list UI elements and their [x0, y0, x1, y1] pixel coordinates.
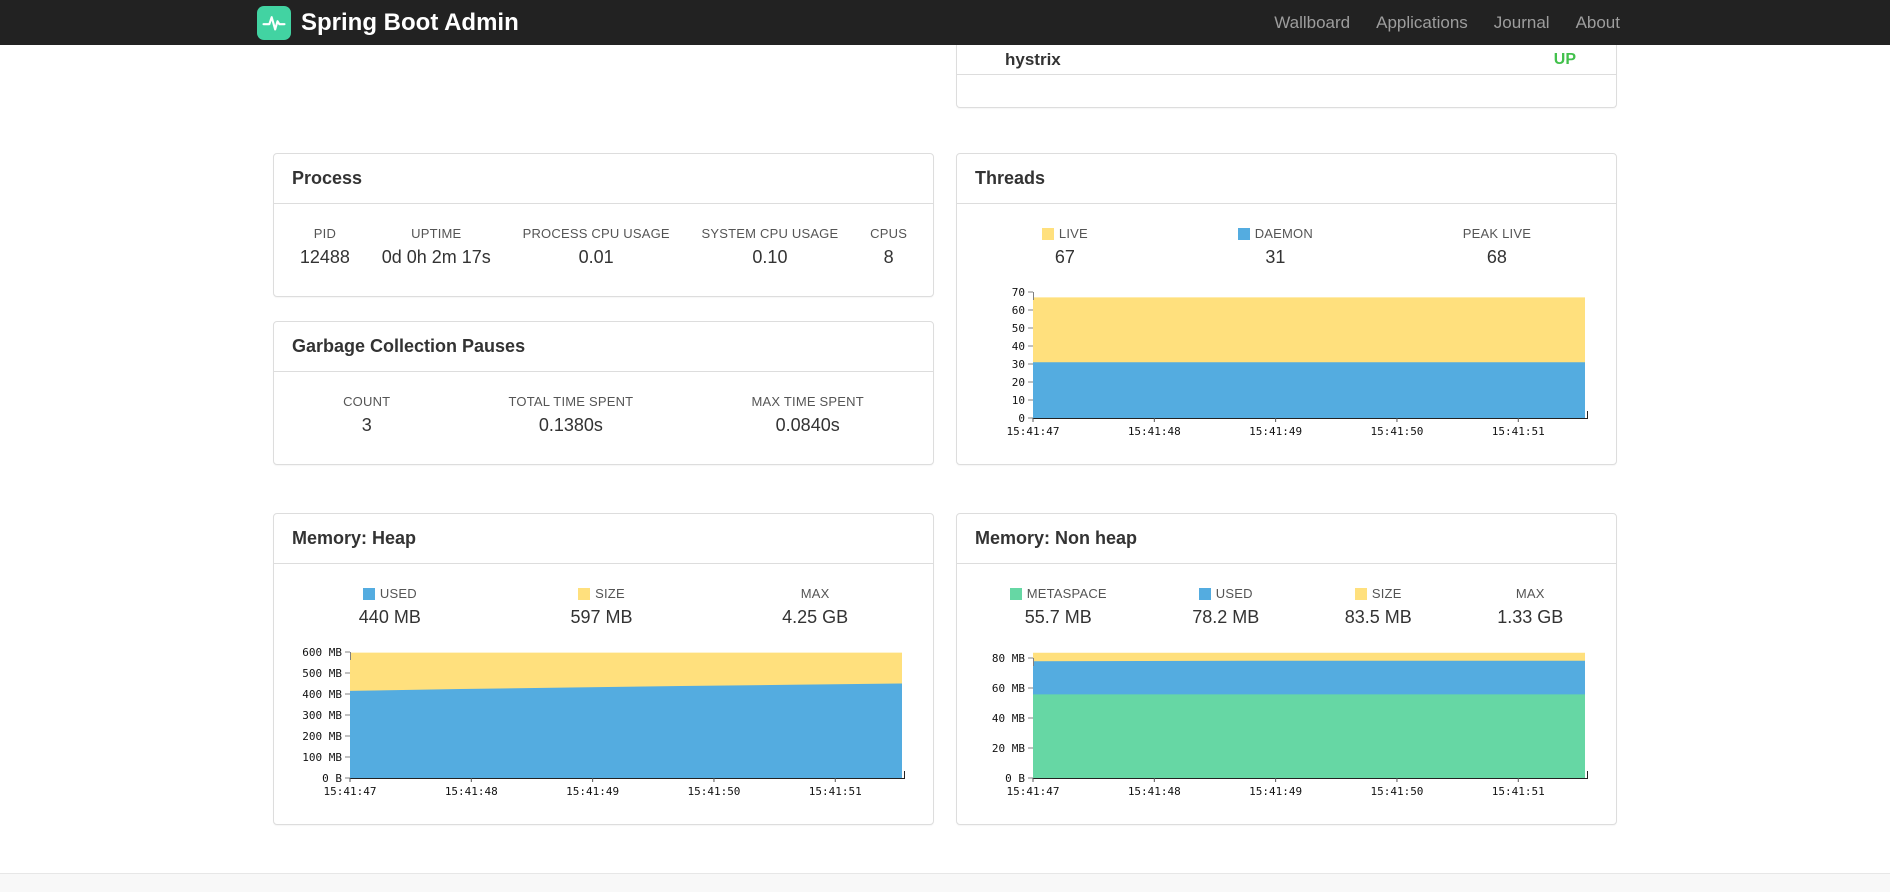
spring-boot-admin-logo-icon [257, 5, 291, 40]
legend-item-metaspace: METASPACE 55.7 MB [1009, 586, 1107, 628]
svg-text:15:41:49: 15:41:49 [1249, 785, 1302, 798]
nav-item-about[interactable]: About [1563, 0, 1633, 45]
memory-heap-chart-area: 600 MB 500 MB 400 MB 300 MB 200 MB 100 MB 0 B1… [274, 628, 933, 824]
size-series-swatch-icon [1354, 587, 1367, 600]
metric-process-cpu-usage: PROCESS CPU USAGE 0.01 [522, 226, 670, 267]
legend-item-used: USED 78.2 MB [1192, 586, 1260, 627]
svg-text:15:41:48: 15:41:48 [1127, 425, 1180, 438]
legend-item-max: MAX 1.33 GB [1497, 586, 1564, 627]
nav-item-journal[interactable]: Journal [1481, 0, 1563, 45]
svg-text:600 MB: 600 MB [302, 646, 342, 659]
legend-item-max: MAX 4.25 GB [782, 586, 849, 627]
used-series-swatch-icon [1198, 587, 1211, 600]
svg-text:10: 10 [1011, 394, 1024, 407]
svg-text:15:41:50: 15:41:50 [687, 785, 740, 798]
size-series-swatch-icon [578, 587, 591, 600]
navbar: Spring Boot Admin Wallboard Applications… [0, 0, 1890, 45]
metric-cpus: CPUS 8 [870, 226, 908, 267]
svg-text:20: 20 [1011, 376, 1024, 389]
svg-text:0: 0 [1018, 412, 1025, 425]
svg-text:15:41:50: 15:41:50 [1370, 425, 1423, 438]
memory-heap-legend: USED 440 MB SIZE 597 MB MAX 4.25 GB [274, 564, 933, 628]
svg-text:15:41:49: 15:41:49 [1249, 425, 1302, 438]
svg-text:500 MB: 500 MB [302, 667, 342, 680]
svg-text:60 MB: 60 MB [991, 682, 1024, 695]
brand-title: Spring Boot Admin [301, 8, 519, 36]
threads-panel-title: Threads [957, 154, 1616, 204]
svg-text:100 MB: 100 MB [302, 751, 342, 764]
metric-gc-max-time: MAX TIME SPENT 0.0840s [751, 394, 864, 435]
svg-text:80 MB: 80 MB [991, 652, 1024, 665]
used-series-swatch-icon [362, 587, 375, 600]
svg-text:15:41:51: 15:41:51 [1491, 425, 1544, 438]
svg-text:30: 30 [1011, 358, 1024, 371]
gc-pauses-panel-title: Garbage Collection Pauses [274, 322, 933, 372]
gc-pauses-panel: Garbage Collection Pauses COUNT 3 TOTAL … [273, 321, 934, 465]
main-content: Process PID 12488 UPTIME 0d 0h 2m 17s PR… [273, 0, 1617, 825]
metric-pid: PID 12488 [299, 226, 350, 267]
svg-text:200 MB: 200 MB [302, 730, 342, 743]
daemon-series-swatch-icon [1237, 227, 1250, 240]
memory-heap-panel-title: Memory: Heap [274, 514, 933, 564]
left-column: Process PID 12488 UPTIME 0d 0h 2m 17s PR… [273, 45, 934, 825]
status-badge: UP [1553, 50, 1576, 68]
memory-heap-panel: Memory: Heap USED 440 MB SIZE 597 MB MAX… [273, 513, 934, 825]
svg-text:0 B: 0 B [1005, 772, 1025, 785]
svg-text:15:41:49: 15:41:49 [566, 785, 619, 798]
svg-text:400 MB: 400 MB [302, 688, 342, 701]
svg-text:70: 70 [1011, 286, 1024, 299]
gc-metrics: COUNT 3 TOTAL TIME SPENT 0.1380s MAX TIM… [274, 372, 933, 464]
svg-text:15:41:48: 15:41:48 [444, 785, 497, 798]
application-status-panel: hystrix UP [956, 45, 1617, 108]
footer [0, 873, 1890, 892]
metric-gc-count: COUNT 3 [343, 394, 391, 435]
memory-heap-chart: 600 MB500 MB400 MB300 MB200 MB100 MB0 B1… [302, 646, 905, 798]
memory-nonheap-legend: METASPACE 55.7 MB USED 78.2 MB SIZE 83.5… [957, 564, 1616, 628]
process-panel: Process PID 12488 UPTIME 0d 0h 2m 17s PR… [273, 153, 934, 297]
svg-text:15:41:51: 15:41:51 [1491, 785, 1544, 798]
svg-text:15:41:47: 15:41:47 [1006, 425, 1059, 438]
nav-item-applications[interactable]: Applications [1363, 0, 1481, 45]
svg-text:20 MB: 20 MB [991, 742, 1024, 755]
svg-text:15:41:47: 15:41:47 [1006, 785, 1059, 798]
navbar-menu: Wallboard Applications Journal About [1261, 0, 1633, 45]
legend-item-used: USED 440 MB [358, 586, 421, 627]
right-column: hystrix UP Threads LIVE 67 DAEMON 31 PEA… [956, 45, 1617, 825]
svg-text:40 MB: 40 MB [991, 712, 1024, 725]
legend-item-live: LIVE 67 [1041, 226, 1088, 268]
threads-chart: 70 60 50 40 30 20 10 015:41:47 15:41:48 15:41:49 1… [1006, 286, 1588, 438]
process-panel-title: Process [274, 154, 933, 204]
svg-text:15:41:48: 15:41:48 [1127, 785, 1180, 798]
svg-text:0 B: 0 B [322, 772, 342, 785]
metric-gc-total-time: TOTAL TIME SPENT 0.1380s [508, 394, 634, 435]
metric-uptime: UPTIME 0d 0h 2m 17s [381, 226, 491, 267]
threads-chart-area: 70 60 50 40 30 20 10 0 15:41:47 15:41:48 15:41:49 1… [957, 268, 1616, 464]
legend-item-daemon: DAEMON 31 [1237, 226, 1313, 268]
svg-text:300 MB: 300 MB [302, 709, 342, 722]
memory-nonheap-panel: Memory: Non heap METASPACE 55.7 MB USED … [956, 513, 1617, 825]
nav-item-wallboard[interactable]: Wallboard [1261, 0, 1363, 45]
svg-text:40: 40 [1011, 340, 1024, 353]
application-status-row[interactable]: hystrix UP [957, 45, 1616, 75]
application-name: hystrix [1005, 49, 1061, 69]
live-series-swatch-icon [1041, 227, 1054, 240]
svg-text:15:41:51: 15:41:51 [808, 785, 861, 798]
legend-item-size: SIZE 597 MB [570, 586, 633, 627]
process-metrics: PID 12488 UPTIME 0d 0h 2m 17s PROCESS CP… [274, 204, 933, 296]
brand-link[interactable]: Spring Boot Admin [257, 5, 519, 40]
navbar-inner: Spring Boot Admin Wallboard Applications… [257, 0, 1633, 45]
svg-text:60: 60 [1011, 304, 1024, 317]
legend-item-size: SIZE 83.5 MB [1344, 586, 1412, 627]
threads-panel: Threads LIVE 67 DAEMON 31 PEAK LIVE 68 7… [956, 153, 1617, 465]
threads-legend: LIVE 67 DAEMON 31 PEAK LIVE 68 [957, 204, 1616, 268]
svg-text:50: 50 [1011, 322, 1024, 335]
memory-nonheap-chart-area: 80 MB 60 MB 40 MB 20 MB 0 B 15:41:47 15:41:48 1… [957, 628, 1616, 824]
metric-system-cpu-usage: SYSTEM CPU USAGE 0.10 [701, 226, 839, 267]
memory-nonheap-panel-title: Memory: Non heap [957, 514, 1616, 564]
metaspace-series-swatch-icon [1009, 587, 1022, 600]
memory-nonheap-chart: 80 MB 60 MB 40 MB 20 MB 0 B15:41:47 15:41:48 1… [991, 652, 1588, 798]
legend-item-peak-live: PEAK LIVE 68 [1462, 226, 1532, 267]
svg-text:15:41:50: 15:41:50 [1370, 785, 1423, 798]
svg-text:15:41:47: 15:41:47 [323, 785, 376, 798]
